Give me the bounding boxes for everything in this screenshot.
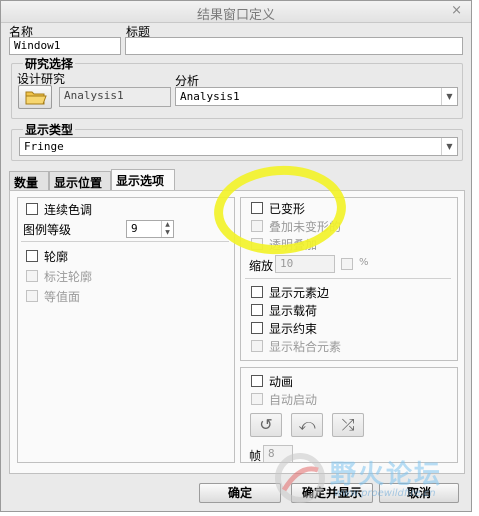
title-input[interactable] [125,37,463,55]
show-loads-checkbox[interactable] [251,304,263,316]
auto-start-label: 自动启动 [269,393,318,407]
tab-quantity[interactable]: 数量 [9,171,49,191]
show-element-edges-checkbox[interactable] [251,286,263,298]
open-study-button[interactable] [18,85,52,109]
shuffle-icon[interactable]: ⤮ [332,413,364,437]
watermark-logo-icon [275,453,325,503]
legend-levels-value: 9 [131,222,138,235]
legend-levels-label: 图例等级 [23,223,72,237]
isosurface-checkbox [26,290,38,302]
isosurface-label: 等值面 [44,290,81,304]
show-constraints-label: 显示约束 [269,322,318,336]
scale-percent-checkbox [341,258,353,270]
auto-start-checkbox [251,393,263,405]
show-element-edges-label: 显示元素边 [269,286,330,300]
label-contour-label: 标注轮廓 [44,270,93,284]
ok-button[interactable]: 确定 [199,483,281,503]
contour-label: 轮廓 [44,250,69,264]
frames-label: 帧 [249,449,262,463]
result-window-definition-dialog: 结果窗口定义 × 名称 Window1 标题 研究选择 设计研究 Analysi… [0,0,472,512]
close-icon[interactable]: × [451,3,462,18]
display-type-select[interactable]: Fringe ▼ [19,137,458,156]
divider [21,241,229,242]
watermark-url: www.proewildfire.cn [334,488,436,499]
show-loads-label: 显示载荷 [269,304,318,318]
title-bar[interactable]: 结果窗口定义 × [1,1,471,23]
scale-input: 10 [275,255,335,273]
chevron-down-icon: ▼ [441,138,457,155]
divider [245,278,451,279]
design-study-field: Analysis1 [59,87,171,107]
continuous-tone-checkbox[interactable] [26,203,38,215]
window-title: 结果窗口定义 [196,8,275,23]
percent-label: % [359,257,369,268]
stepper-arrows-icon[interactable]: ▲ ▼ [161,221,173,237]
rotate-icon[interactable]: ↺ [250,413,282,437]
contour-checkbox[interactable] [26,250,38,262]
analysis-select-value: Analysis1 [180,90,240,103]
legend-levels-stepper[interactable]: 9 ▲ ▼ [126,220,174,238]
folder-icon [25,91,47,105]
tab-display-options[interactable]: 显示选项 [111,169,175,191]
tab-display-location[interactable]: 显示位置 [49,171,111,191]
animate-checkbox[interactable] [251,375,263,387]
continuous-tone-label: 连续色调 [44,203,93,217]
name-input[interactable]: Window1 [9,37,121,55]
watermark: 野火论坛 www.proewildfire.cn [270,448,479,514]
watermark-text: 野火论坛 [330,460,443,490]
animate-label: 动画 [269,375,294,389]
label-contour-checkbox [26,270,38,282]
scale-label: 缩放 [249,259,274,273]
chevron-down-icon: ▼ [441,88,457,105]
show-bonded-elements-label: 显示粘合元素 [269,340,342,354]
reverse-icon[interactable]: ⤺ [291,413,323,437]
show-constraints-checkbox[interactable] [251,322,263,334]
show-bonded-elements-checkbox [251,340,263,352]
display-type-title: 显示类型 [23,121,76,138]
display-type-value: Fringe [24,140,64,153]
analysis-select[interactable]: Analysis1 ▼ [175,87,458,106]
